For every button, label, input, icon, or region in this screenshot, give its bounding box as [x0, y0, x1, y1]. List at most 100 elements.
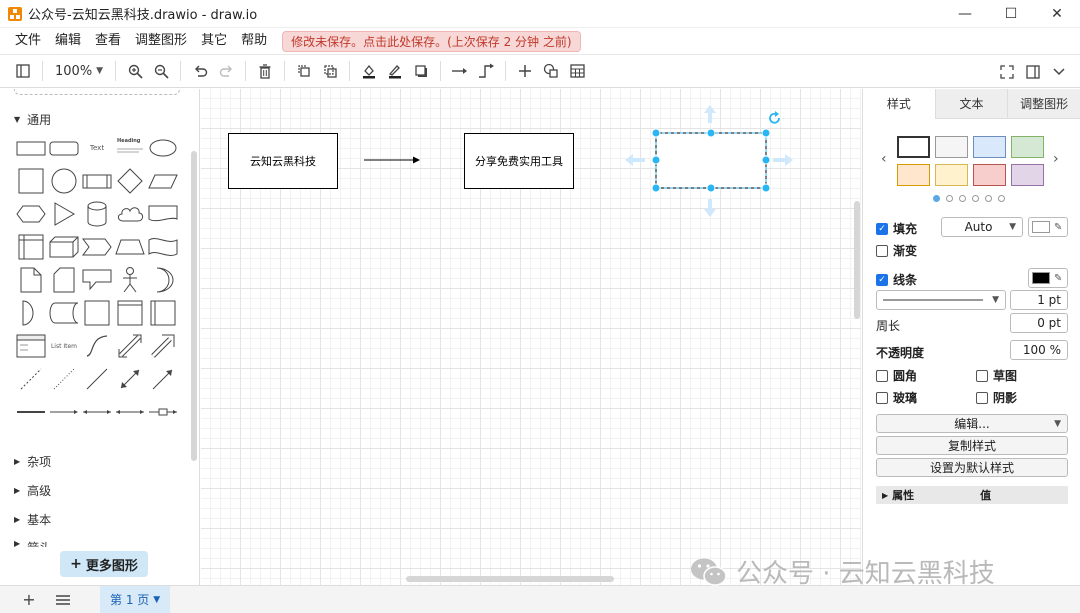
shape-cube[interactable]	[47, 232, 81, 262]
shape-dashed-line[interactable]	[14, 364, 48, 394]
style-swatch[interactable]	[973, 164, 1006, 186]
shape-actor[interactable]	[113, 265, 147, 295]
to-front-icon[interactable]	[291, 58, 317, 84]
shape-cylinder[interactable]	[80, 199, 114, 229]
pages-menu-icon[interactable]	[46, 586, 80, 613]
fill-type-select[interactable]: Auto ▼	[941, 217, 1023, 237]
shape-step[interactable]	[80, 232, 114, 262]
shape-card[interactable]	[47, 265, 81, 295]
sketch-checkbox[interactable]	[976, 369, 988, 382]
menu-file[interactable]: 文件	[8, 28, 48, 54]
search-box-edge[interactable]	[14, 89, 180, 95]
page-dot[interactable]	[972, 195, 979, 202]
line-color-icon[interactable]	[382, 58, 408, 84]
shape-curve[interactable]	[80, 331, 114, 361]
shape-link-label[interactable]	[146, 397, 180, 427]
selected-node[interactable]	[623, 101, 799, 221]
shape-swimlane[interactable]	[146, 298, 180, 328]
set-default-style-button[interactable]: 设置为默认样式	[876, 458, 1068, 477]
diagram-canvas[interactable]: 云知云黑科技 分享免费实用工具	[201, 89, 861, 585]
swatch-next-icon[interactable]: ›	[1053, 151, 1059, 167]
gradient-checkbox[interactable]	[876, 244, 888, 257]
shape-parallelogram[interactable]	[146, 166, 180, 196]
tab-text[interactable]: 文本	[934, 89, 1008, 119]
shape-list[interactable]	[14, 331, 48, 361]
shape-process[interactable]	[80, 166, 114, 196]
table-icon[interactable]	[564, 58, 590, 84]
perimeter-input[interactable]: 0 pt	[1010, 313, 1068, 333]
to-back-icon[interactable]	[317, 58, 343, 84]
shape-heading-textbox[interactable]: Heading	[113, 133, 147, 163]
page-tab-1[interactable]: 第 1 页 ▼	[100, 585, 171, 613]
delete-icon[interactable]	[252, 58, 278, 84]
unsaved-changes-notice[interactable]: 修改未保存。点击此处保存。(上次保存 2 分钟 之前)	[282, 30, 581, 52]
line-color-picker[interactable]: ✎	[1028, 268, 1068, 288]
shape-trapezoid[interactable]	[113, 232, 147, 262]
page-dot[interactable]	[946, 195, 953, 202]
line-style-select[interactable]: ▼	[876, 290, 1006, 310]
shape-cloud[interactable]	[113, 199, 147, 229]
properties-header[interactable]: ▶ 属性 值	[876, 486, 1068, 504]
zoom-in-icon[interactable]	[122, 58, 148, 84]
shape-link-double-arrow-2[interactable]	[113, 397, 147, 427]
shape-thick-link[interactable]	[14, 397, 48, 427]
style-swatch[interactable]	[1011, 164, 1044, 186]
shape-dotted-line[interactable]	[47, 364, 81, 394]
shapes-icon[interactable]	[538, 58, 564, 84]
fill-color-picker[interactable]: ✎	[1028, 217, 1068, 237]
redo-icon[interactable]	[213, 58, 239, 84]
rounded-checkbox[interactable]	[876, 369, 888, 382]
copy-style-button[interactable]: 复制样式	[876, 436, 1068, 455]
waypoints-icon[interactable]	[473, 58, 499, 84]
shape-bidirectional-arrow[interactable]	[113, 331, 147, 361]
shape-triangle[interactable]	[47, 199, 81, 229]
section-misc[interactable]: ▶ 杂项	[14, 453, 51, 470]
shape-ellipse[interactable]	[146, 133, 180, 163]
shape-document[interactable]	[146, 199, 180, 229]
connection-arrow-icon[interactable]	[447, 58, 473, 84]
opacity-input[interactable]: 100 %	[1010, 340, 1068, 360]
fullscreen-icon[interactable]	[994, 59, 1020, 85]
page-dot[interactable]	[985, 195, 992, 202]
style-swatch[interactable]	[935, 164, 968, 186]
shape-callout[interactable]	[80, 265, 114, 295]
style-swatch[interactable]	[973, 136, 1006, 158]
zoom-select[interactable]: 100% ▼	[49, 58, 109, 84]
line-width-input[interactable]: 1 pt	[1010, 290, 1068, 310]
shape-list-item[interactable]: List Item	[47, 331, 81, 361]
undo-icon[interactable]	[187, 58, 213, 84]
format-panel-toggle-icon[interactable]	[10, 58, 36, 84]
style-swatch[interactable]	[935, 136, 968, 158]
shape-link-double-arrow[interactable]	[80, 397, 114, 427]
style-swatch[interactable]	[897, 164, 930, 186]
shape-hexagon[interactable]	[14, 199, 48, 229]
shadow-checkbox[interactable]	[976, 391, 988, 404]
shape-link-arrow[interactable]	[47, 397, 81, 427]
diagram-node-1[interactable]: 云知云黑科技	[228, 133, 338, 189]
swatch-prev-icon[interactable]: ‹	[881, 151, 887, 167]
canvas-vertical-scrollbar[interactable]	[854, 201, 860, 319]
close-button[interactable]: ✕	[1034, 0, 1080, 28]
shape-directional-connector[interactable]	[146, 364, 180, 394]
shape-line[interactable]	[80, 364, 114, 394]
shape-arrow[interactable]	[146, 331, 180, 361]
menu-help[interactable]: 帮助	[234, 28, 274, 54]
shape-or[interactable]	[146, 265, 180, 295]
maximize-button[interactable]: ☐	[988, 0, 1034, 28]
shape-diamond[interactable]	[113, 166, 147, 196]
menu-arrange[interactable]: 调整图形	[128, 28, 194, 54]
page-dot[interactable]	[933, 195, 940, 202]
shape-rounded-rectangle[interactable]	[47, 133, 81, 163]
shape-circle[interactable]	[47, 166, 81, 196]
section-advanced[interactable]: ▶ 高级	[14, 482, 51, 499]
shadow-icon[interactable]	[408, 58, 434, 84]
shape-tape[interactable]	[146, 232, 180, 262]
shape-container[interactable]	[113, 298, 147, 328]
section-arrows[interactable]: ▶ 箭头	[14, 539, 51, 547]
panel-toggle-icon[interactable]	[1020, 59, 1046, 85]
shape-rectangle[interactable]	[14, 133, 48, 163]
section-general[interactable]: ▼ 通用	[14, 111, 51, 128]
canvas-horizontal-scrollbar[interactable]	[406, 576, 614, 582]
sidebar-scrollbar[interactable]	[191, 151, 197, 461]
minimize-button[interactable]: —	[942, 0, 988, 28]
